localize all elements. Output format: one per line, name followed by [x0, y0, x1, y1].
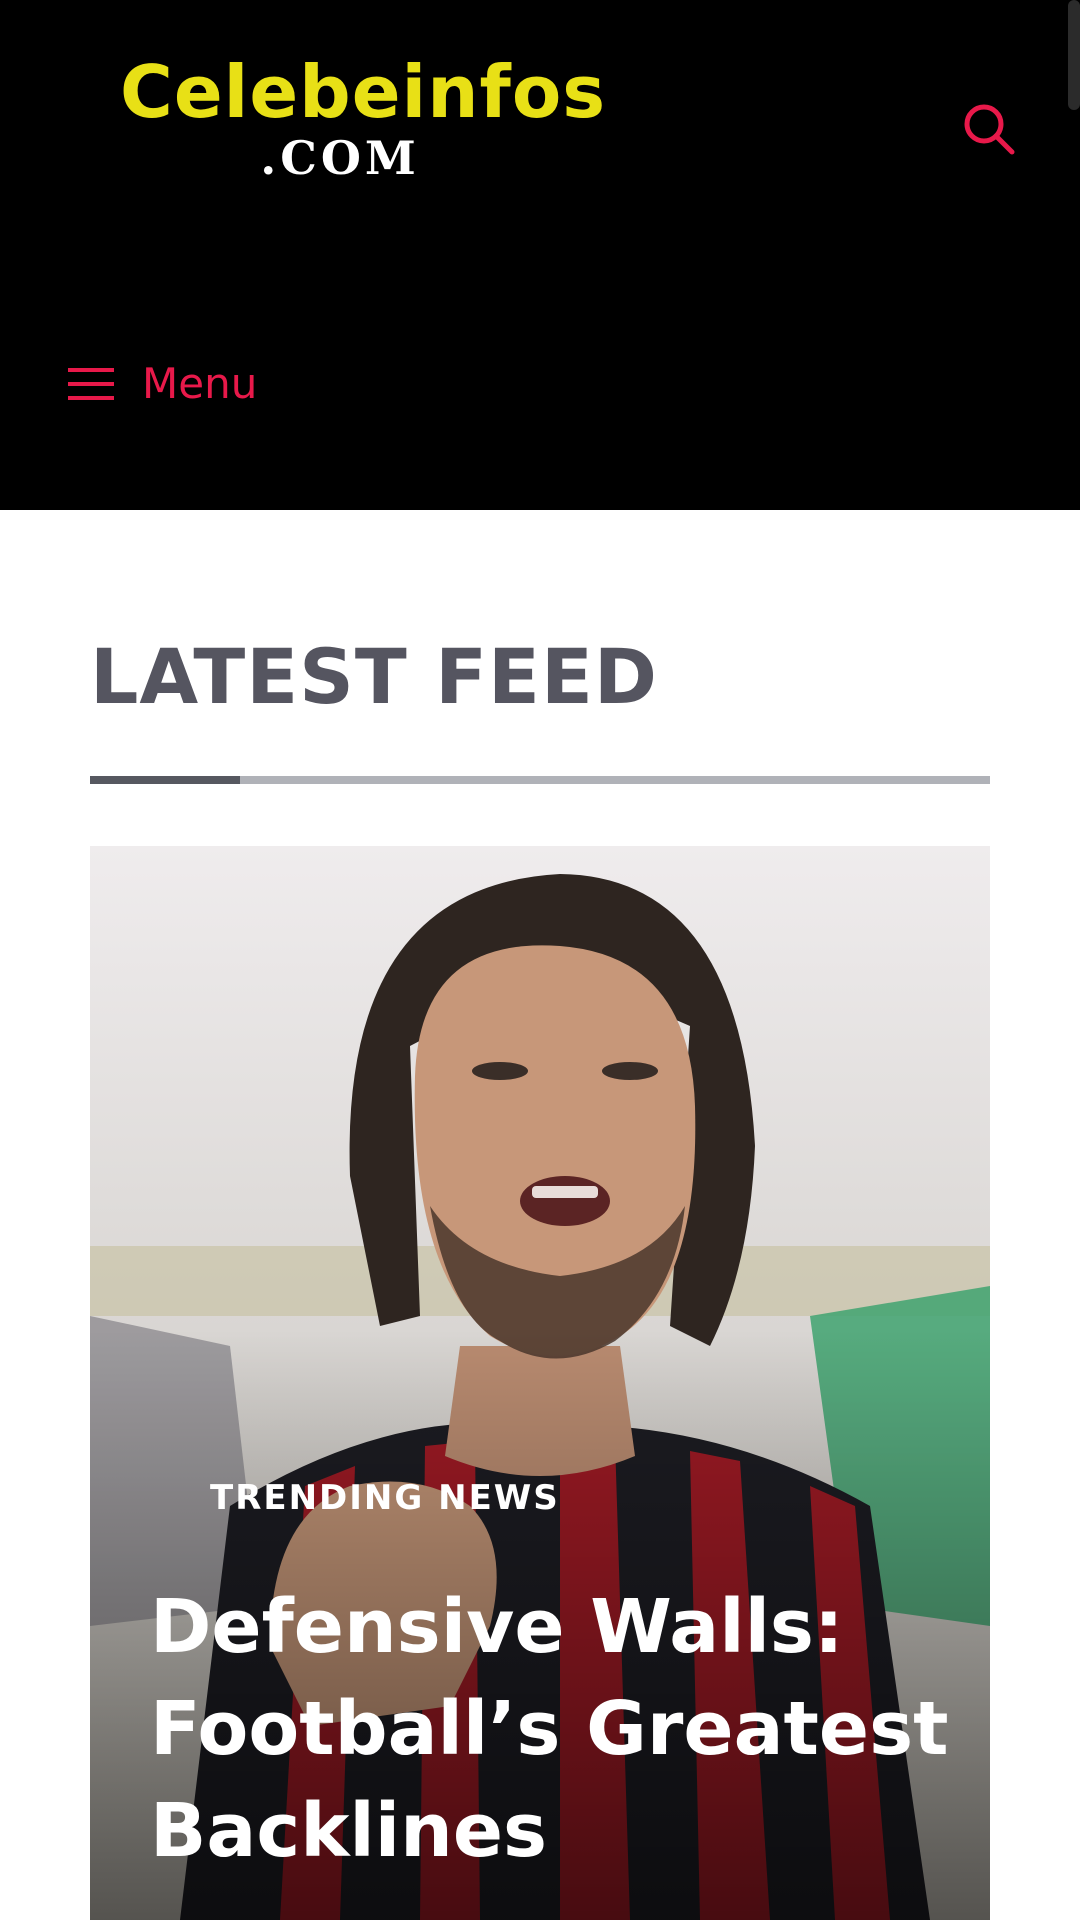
menu-label: Menu: [142, 359, 258, 408]
search-button[interactable]: [960, 100, 1020, 160]
section-divider-accent: [90, 776, 240, 784]
section-title: LATEST FEED: [90, 632, 658, 721]
section-divider: [90, 776, 990, 784]
hamburger-icon: [68, 368, 114, 400]
post-category-link[interactable]: TRENDING NEWS: [210, 1476, 560, 1520]
featured-post-card[interactable]: TRENDING NEWS Defensive Walls: Football’…: [90, 846, 990, 1920]
search-icon: [964, 104, 1015, 155]
menu-toggle-button[interactable]: Menu: [68, 352, 257, 416]
post-title-link[interactable]: Defensive Walls: Football’s Greatest Bac…: [150, 1576, 950, 1882]
logo-main-text: Celebeinfos: [120, 50, 607, 134]
logo-sub-text: .COM: [260, 131, 420, 185]
scrollbar-thumb[interactable]: [1068, 0, 1080, 110]
site-logo[interactable]: Celebeinfos .COM: [120, 50, 607, 192]
site-header: Celebeinfos .COM Menu: [0, 0, 1080, 510]
